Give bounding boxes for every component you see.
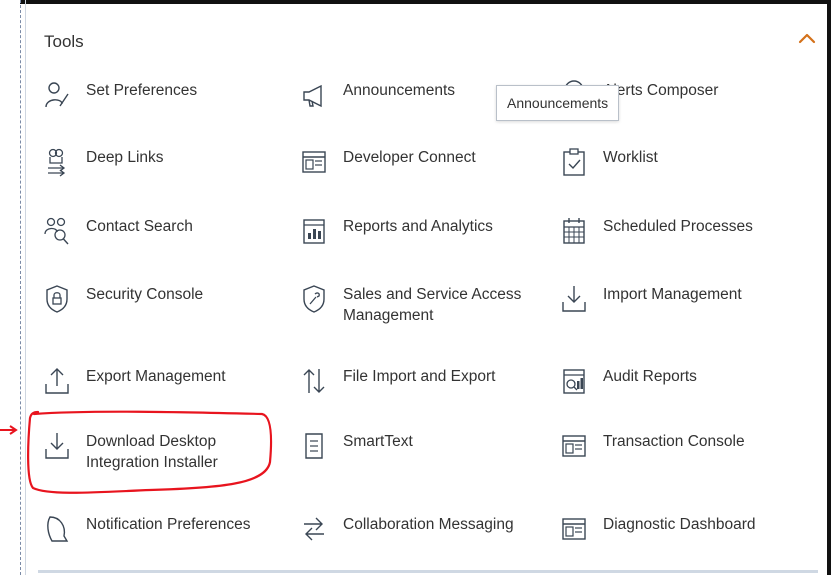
developer-window-icon (301, 147, 327, 177)
tool-label: Export Management (86, 368, 226, 385)
collapse-chevron-icon[interactable] (794, 26, 820, 52)
shield-lock-icon (44, 284, 70, 314)
clipboard-check-icon (561, 147, 587, 177)
tool-download-desktop-integration[interactable]: Download Desktop Integration Installer (44, 431, 284, 477)
exchange-arrows-icon (301, 514, 327, 544)
shield-wrench-icon (301, 284, 327, 314)
deep-links-icon (44, 147, 70, 177)
tool-label: Transaction Console (603, 433, 745, 450)
tool-label: Security Console (86, 286, 204, 303)
tool-label: Worklist (603, 149, 658, 166)
tool-reports-analytics[interactable]: Reports and Analytics (301, 216, 493, 262)
frame-top-border (20, 0, 831, 4)
console-window-icon (561, 431, 587, 461)
tool-sales-service-access[interactable]: Sales and Service Access Management (301, 284, 531, 330)
reports-chart-icon (301, 216, 327, 246)
tool-collaboration-messaging[interactable]: Collaboration Messaging (301, 514, 521, 560)
download-tray-icon (44, 431, 70, 461)
tool-set-preferences[interactable]: Set Preferences (44, 80, 274, 126)
import-tray-icon (561, 284, 587, 314)
tool-export-management[interactable]: Export Management (44, 366, 274, 412)
panel-title: Tools (44, 32, 84, 51)
tool-label: Download Desktop Integration Installer (86, 433, 218, 471)
tool-import-management[interactable]: Import Management (561, 284, 791, 330)
tool-file-import-export[interactable]: File Import and Export (301, 366, 495, 412)
tool-label: Scheduled Processes (603, 218, 753, 235)
up-down-arrows-icon (301, 366, 327, 396)
panel-bottom-divider (38, 570, 818, 573)
bell-icon (44, 514, 70, 544)
tool-notification-preferences[interactable]: Notification Preferences (44, 514, 274, 560)
tool-label: Alerts Composer (603, 82, 719, 99)
export-tray-icon (44, 366, 70, 396)
tool-label: Notification Preferences (86, 516, 251, 533)
tool-label: Announcements (343, 82, 456, 99)
tool-label: Collaboration Messaging (343, 516, 514, 533)
dashboard-window-icon (561, 514, 587, 544)
tool-scheduled-processes[interactable]: Scheduled Processes (561, 216, 791, 262)
tool-label: Deep Links (86, 149, 164, 166)
tool-label: File Import and Export (343, 368, 496, 385)
frame-left-dashed (20, 0, 21, 575)
tool-announcements[interactable]: Announcements (301, 80, 491, 126)
user-preferences-icon (44, 80, 70, 110)
tool-label: Audit Reports (603, 368, 697, 385)
megaphone-icon (301, 80, 327, 110)
tool-label: Reports and Analytics (343, 218, 493, 235)
tool-label: SmartText (343, 433, 413, 450)
announcements-tooltip: Announcements (496, 85, 620, 121)
tool-audit-reports[interactable]: Audit Reports (561, 366, 791, 412)
tool-deep-links[interactable]: Deep Links (44, 147, 274, 193)
tool-diagnostic-dashboard[interactable]: Diagnostic Dashboard (561, 514, 791, 560)
audit-report-icon (561, 366, 587, 396)
tool-developer-connect[interactable]: Developer Connect (301, 147, 491, 193)
frame-right-border (827, 0, 831, 575)
tool-label: Sales and Service Access Management (343, 286, 522, 324)
calendar-grid-icon (561, 216, 587, 246)
frame-left-border (25, 0, 26, 575)
contact-search-icon (44, 216, 70, 246)
tool-security-console[interactable]: Security Console (44, 284, 274, 330)
tool-smarttext[interactable]: SmartText (301, 431, 491, 477)
tool-label: Diagnostic Dashboard (603, 516, 756, 533)
tool-label: Import Management (603, 286, 742, 303)
scroll-document-icon (301, 431, 327, 461)
tool-transaction-console[interactable]: Transaction Console (561, 431, 791, 477)
tool-label: Developer Connect (343, 149, 476, 166)
tool-contact-search[interactable]: Contact Search (44, 216, 274, 262)
tool-worklist[interactable]: Worklist (561, 147, 791, 193)
tool-label: Set Preferences (86, 82, 198, 99)
tool-label: Contact Search (86, 218, 193, 235)
